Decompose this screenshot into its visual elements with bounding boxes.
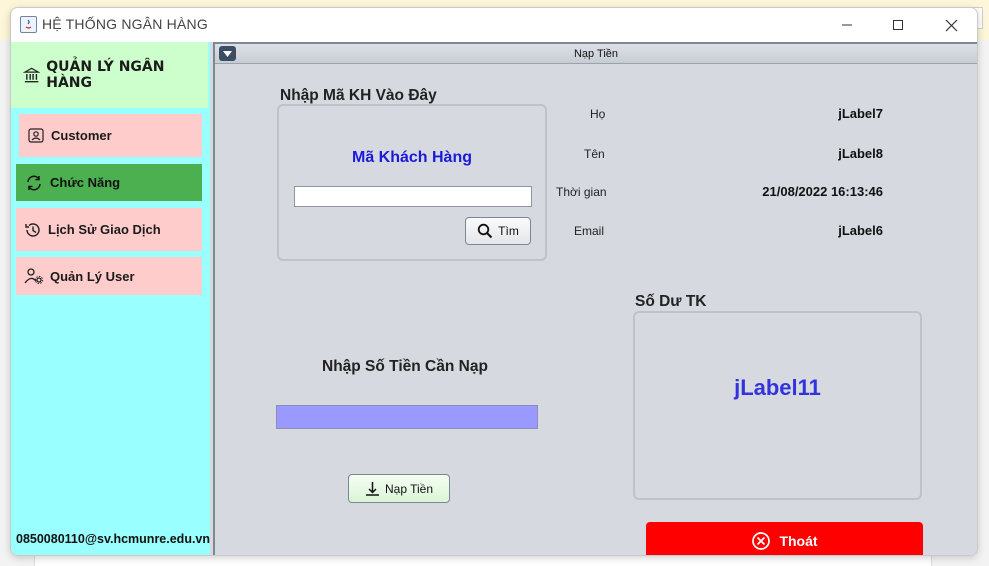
- search-button[interactable]: Tìm: [465, 217, 531, 245]
- search-button-label: Tìm: [498, 224, 519, 238]
- search-panel: Mã Khách Hàng Tìm: [277, 104, 547, 261]
- close-button[interactable]: [929, 12, 973, 38]
- sidebar-item-label: Chức Năng: [50, 175, 121, 190]
- search-panel-title: Nhập Mã KH Vào Đây: [280, 87, 437, 104]
- sidebar-header: QUẢN LÝ NGÂN HÀNG: [11, 42, 208, 108]
- last-name-value: jLabel7: [838, 106, 883, 121]
- customer-icon: [28, 127, 44, 143]
- history-icon: [25, 222, 40, 237]
- deposit-amount-input[interactable]: [276, 405, 538, 429]
- maximize-button[interactable]: [876, 12, 920, 38]
- download-icon: [365, 482, 379, 496]
- frame-menu-button[interactable]: [219, 46, 236, 61]
- window-title: HỆ THỐNG NGÂN HÀNG: [42, 16, 208, 32]
- user-email: 0850080110@sv.hcmunre.edu.vn: [16, 532, 211, 546]
- balance-title: Số Dư TK: [635, 293, 707, 310]
- title-bar[interactable]: HỆ THỐNG NGÂN HÀNG: [11, 8, 977, 42]
- bank-icon: [23, 67, 41, 83]
- customer-id-input[interactable]: [294, 186, 532, 207]
- balance-panel: jLabel11: [633, 311, 922, 500]
- customer-id-label: Mã Khách Hàng: [351, 149, 472, 166]
- exit-button-label: Thoát: [779, 532, 818, 549]
- sidebar: QUẢN LÝ NGÂN HÀNG Customer Chức Năng Lịc…: [11, 42, 211, 555]
- deposit-button[interactable]: Nạp Tiền: [348, 474, 450, 503]
- sidebar-item-label: Customer: [51, 128, 112, 143]
- close-circle-icon: [752, 531, 771, 550]
- sidebar-item-quan-ly-user[interactable]: Quản Lý User: [16, 257, 202, 295]
- app-window: HỆ THỐNG NGÂN HÀNG QUẢN LÝ NGÂN HÀNG Cus…: [10, 7, 978, 556]
- java-app-icon: [20, 16, 37, 33]
- sidebar-item-label: Lịch Sử Giao Dịch: [48, 222, 161, 237]
- maximize-icon: [893, 20, 903, 30]
- deposit-amount-title: Nhập Số Tiền Cần Nạp: [322, 358, 488, 375]
- internal-frame-nap-tien: Nạp Tiền Nhập Mã KH Vào Đây Mã Khách Hàn…: [213, 42, 977, 555]
- sidebar-title: QUẢN LÝ NGÂN HÀNG: [46, 59, 165, 91]
- time-value: 21/08/2022 16:13:46: [762, 184, 883, 199]
- sidebar-item-chuc-nang[interactable]: Chức Năng: [16, 164, 202, 201]
- first-name-value: jLabel8: [838, 146, 883, 161]
- last-name-label: Họ: [590, 107, 606, 121]
- internal-frame-title: Nạp Tiền: [573, 48, 619, 60]
- minimize-button[interactable]: [825, 12, 869, 38]
- deposit-button-label: Nạp Tiền: [384, 481, 434, 496]
- dropdown-arrow-icon: [223, 50, 232, 57]
- internal-frame-titlebar[interactable]: Nạp Tiền: [215, 44, 977, 64]
- user-settings-icon: [24, 268, 44, 285]
- sidebar-item-customer[interactable]: Customer: [19, 114, 202, 157]
- close-icon: [945, 19, 957, 31]
- sidebar-item-label: Quản Lý User: [50, 268, 135, 284]
- time-label: Thời gian: [556, 185, 607, 199]
- exit-button[interactable]: Thoát: [646, 522, 923, 555]
- refresh-icon: [27, 175, 41, 190]
- minimize-icon: [842, 24, 852, 26]
- search-icon: [477, 223, 493, 239]
- sidebar-item-lich-su-giao-dich[interactable]: Lịch Sử Giao Dịch: [16, 208, 202, 251]
- email-value: jLabel6: [838, 223, 883, 238]
- email-label: Email: [574, 224, 605, 238]
- first-name-label: Tên: [584, 147, 605, 161]
- balance-value: jLabel11: [734, 375, 821, 400]
